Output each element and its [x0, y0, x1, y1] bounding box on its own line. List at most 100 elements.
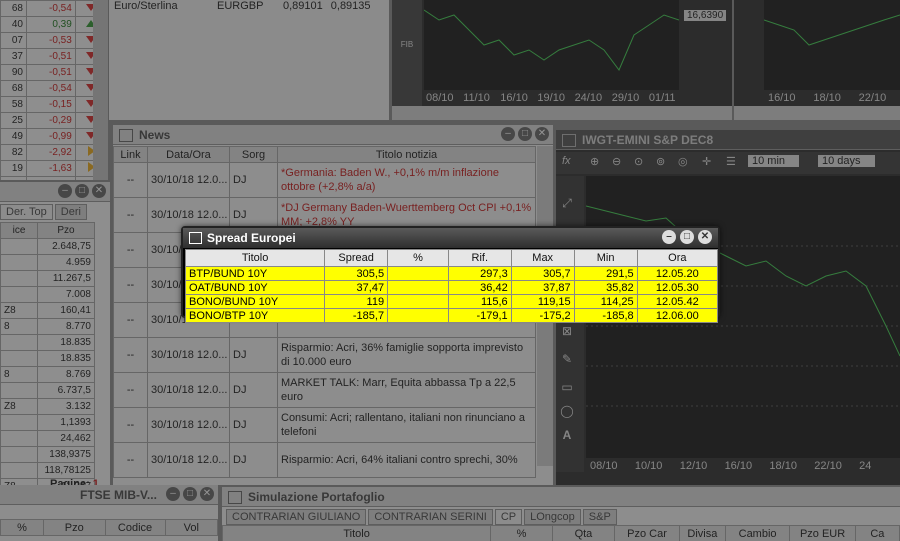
- table-row[interactable]: 19 -1,63: [0, 160, 108, 177]
- tab-der-top[interactable]: Der. Top: [0, 204, 53, 220]
- news-row[interactable]: -- 30/10/18 12.0... DJ Risparmio: Acri, 36%…: [113, 337, 536, 373]
- portfolio-tab[interactable]: LOngcop: [524, 509, 581, 525]
- headline-cell[interactable]: Risparmio: Acri, 36% famiglie sopporta i…: [277, 337, 536, 373]
- interval-select[interactable]: 10 min: [748, 155, 800, 167]
- maximize-icon[interactable]: □: [518, 127, 532, 141]
- rect-tool-icon[interactable]: ▭: [556, 380, 578, 394]
- headline-cell[interactable]: *Germania: Baden W., +0,1% m/m inflazion…: [277, 162, 536, 198]
- spread-row[interactable]: OAT/BUND 10Y 37,47 36,42 37,87 35,82 12.05.30: [184, 280, 719, 295]
- table-row[interactable]: 07 -0,53: [0, 32, 108, 49]
- table-row[interactable]: 4.959: [0, 254, 95, 271]
- column-header[interactable]: Codice: [104, 519, 166, 536]
- column-header[interactable]: Pzo EUR: [789, 525, 856, 541]
- table-row[interactable]: 37 -0,51: [0, 48, 108, 65]
- maximize-icon[interactable]: □: [680, 230, 694, 244]
- table-row[interactable]: 8 8.769: [0, 366, 95, 383]
- table-row[interactable]: 82 -2,92: [0, 144, 108, 161]
- link-cell[interactable]: --: [113, 232, 148, 268]
- zoom-icon[interactable]: ⊙: [634, 155, 643, 168]
- column-header[interactable]: Min: [573, 249, 638, 267]
- maximize-icon[interactable]: □: [75, 184, 89, 198]
- table-row[interactable]: 18.835: [0, 350, 95, 367]
- portfolio-tab[interactable]: CONTRARIAN SERINI: [368, 509, 493, 525]
- minimize-icon[interactable]: –: [662, 230, 676, 244]
- column-header[interactable]: %: [387, 249, 449, 267]
- column-header[interactable]: Qta: [551, 525, 616, 541]
- column-header[interactable]: Ca: [854, 525, 900, 541]
- table-row[interactable]: 10-0,22: [0, 176, 108, 180]
- link-cell[interactable]: --: [113, 407, 148, 443]
- spread-row[interactable]: BTP/BUND 10Y 305,5 297,3 305,7 291,5 12.05.20: [184, 266, 719, 281]
- range-select[interactable]: 10 days: [818, 155, 875, 167]
- maximize-icon[interactable]: □: [183, 487, 197, 501]
- ellipse-tool-icon[interactable]: ◯: [556, 404, 578, 418]
- table-row[interactable]: 138,9375: [0, 446, 95, 463]
- spread-row[interactable]: BONO/BTP 10Y -185,7 -179,1 -175,2 -185,8 12.0…: [184, 308, 719, 323]
- table-row[interactable]: 7.008: [0, 286, 95, 303]
- spread-row[interactable]: BONO/BUND 10Y 119 115,6 119,15 114,25 12.05.4…: [184, 294, 719, 309]
- column-header[interactable]: Titolo: [184, 249, 326, 267]
- close-icon[interactable]: ✕: [535, 127, 549, 141]
- column-header[interactable]: Divisa: [678, 525, 726, 541]
- column-header[interactable]: Pzo: [42, 519, 106, 536]
- column-header[interactable]: Max: [510, 249, 575, 267]
- column-header[interactable]: Pzo Car: [614, 525, 680, 541]
- headline-cell[interactable]: Consumi: Acri; rallentano, italiani non …: [277, 407, 536, 443]
- spx-titlebar[interactable]: IWGT-EMINI S&P DEC8: [556, 130, 900, 150]
- link-cell[interactable]: --: [113, 302, 148, 338]
- fib-tool[interactable]: FIB: [396, 40, 418, 49]
- zoom-out-icon[interactable]: ⊖: [612, 155, 621, 168]
- table-row[interactable]: 6.737,5: [0, 382, 95, 399]
- table-row[interactable]: 49 -0,99: [0, 128, 108, 145]
- column-header[interactable]: Data/Ora: [147, 146, 230, 163]
- close-icon[interactable]: ✕: [698, 230, 712, 244]
- link-cell[interactable]: --: [113, 337, 148, 373]
- column-header[interactable]: Rif.: [447, 249, 512, 267]
- portfolio-tab[interactable]: CP: [494, 509, 523, 525]
- column-header[interactable]: Sorg: [229, 146, 278, 163]
- column-header[interactable]: Titolo: [222, 525, 492, 541]
- headline-cell[interactable]: Risparmio: Acri, 64% italiani contro spr…: [277, 442, 536, 478]
- table-row[interactable]: 25 -0,29: [0, 112, 108, 129]
- column-header[interactable]: ice: [0, 222, 38, 239]
- table-row[interactable]: 68 -0,54: [0, 0, 108, 17]
- table-row[interactable]: 11.267,5: [0, 270, 95, 287]
- pen-tool-icon[interactable]: ✎: [556, 352, 578, 366]
- crosshair-icon[interactable]: ✛: [702, 155, 711, 168]
- link-cell[interactable]: --: [113, 197, 148, 233]
- der-panel-titlebar[interactable]: – □ ✕: [0, 182, 110, 202]
- table-row[interactable]: 18.835: [0, 334, 95, 351]
- close-icon[interactable]: ✕: [200, 487, 214, 501]
- table-row[interactable]: 118,78125: [0, 462, 95, 479]
- table-row[interactable]: Z8 160,41: [0, 302, 95, 319]
- table-row[interactable]: 2.648,75: [0, 238, 95, 255]
- table-row[interactable]: 68 -0,54: [0, 80, 108, 97]
- zoom-fit-icon[interactable]: ⊚: [656, 155, 665, 168]
- text-tool-icon[interactable]: A: [556, 428, 578, 442]
- column-header[interactable]: Pzo: [37, 222, 95, 239]
- news-row[interactable]: -- 30/10/18 12.0... DJ *Germania: Baden W.,…: [113, 162, 536, 198]
- table-row[interactable]: 90 -0,51: [0, 64, 108, 81]
- link-cell[interactable]: --: [113, 267, 148, 303]
- minimize-icon[interactable]: –: [501, 127, 515, 141]
- column-header[interactable]: Link: [113, 146, 148, 163]
- right-top-scrollbar[interactable]: [734, 106, 900, 120]
- zoom-reset-icon[interactable]: ◎: [678, 155, 688, 168]
- table-row[interactable]: Z8 3.132: [0, 398, 95, 415]
- scrollbar[interactable]: [93, 0, 108, 180]
- link-cell[interactable]: --: [113, 442, 148, 478]
- column-header[interactable]: %: [0, 519, 44, 536]
- news-row[interactable]: -- 30/10/18 12.0... DJ MARKET TALK: Marr, E…: [113, 372, 536, 408]
- column-header[interactable]: Spread: [324, 249, 389, 267]
- table-row[interactable]: 58 -0,15: [0, 96, 108, 113]
- portfolio-titlebar[interactable]: Simulazione Portafoglio: [222, 487, 900, 507]
- zoom-in-icon[interactable]: ⊕: [590, 155, 599, 168]
- link-cell[interactable]: --: [113, 162, 148, 198]
- portfolio-tab[interactable]: CONTRARIAN GIULIANO: [226, 509, 367, 525]
- bottom-left-titlebar[interactable]: FTSE MIB-V... – □ ✕: [0, 485, 218, 505]
- headline-cell[interactable]: MARKET TALK: Marr, Equita abbassa Tp a 2…: [277, 372, 536, 408]
- portfolio-tab[interactable]: S&P: [582, 509, 617, 525]
- column-header[interactable]: Cambio: [724, 525, 791, 541]
- news-row[interactable]: -- 30/10/18 12.0... DJ Risparmio: Acri, 64%…: [113, 442, 536, 478]
- column-header[interactable]: Titolo notizia: [277, 146, 536, 163]
